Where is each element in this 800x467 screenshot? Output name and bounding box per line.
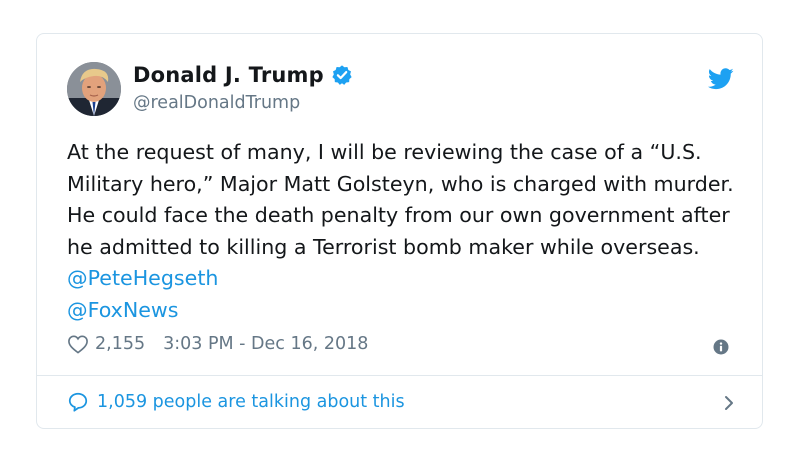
heart-icon[interactable] <box>67 334 89 354</box>
chevron-right-icon[interactable] <box>723 394 735 412</box>
tweet-card[interactable]: Donald J. Trump @realDonaldTrump At the … <box>36 33 763 429</box>
mention-link-petehegseth[interactable]: @PeteHegseth <box>67 266 218 290</box>
talking-about-link[interactable]: 1,059 people are talking about this <box>67 391 735 413</box>
like-count[interactable]: 2,155 <box>95 334 145 354</box>
info-icon[interactable] <box>713 339 729 355</box>
author-display-name[interactable]: Donald J. Trump <box>133 63 324 87</box>
divider <box>37 375 762 376</box>
tweet-body-text: At the request of many, I will be review… <box>67 140 734 259</box>
talking-about-label[interactable]: 1,059 people are talking about this <box>97 392 405 412</box>
twitter-bird-icon[interactable] <box>708 68 734 90</box>
tweet-timestamp[interactable]: 3:03 PM - Dec 16, 2018 <box>163 334 368 354</box>
mention-link-foxnews[interactable]: @FoxNews <box>67 298 179 322</box>
speech-bubble-icon <box>68 392 88 412</box>
avatar[interactable] <box>67 62 121 116</box>
verified-badge-icon <box>332 65 352 85</box>
tweet-meta-row: 2,155 3:03 PM - Dec 16, 2018 <box>67 334 368 354</box>
author-handle[interactable]: @realDonaldTrump <box>133 93 300 113</box>
author-name-row[interactable]: Donald J. Trump <box>133 63 353 87</box>
tweet-text: At the request of many, I will be review… <box>67 137 747 326</box>
